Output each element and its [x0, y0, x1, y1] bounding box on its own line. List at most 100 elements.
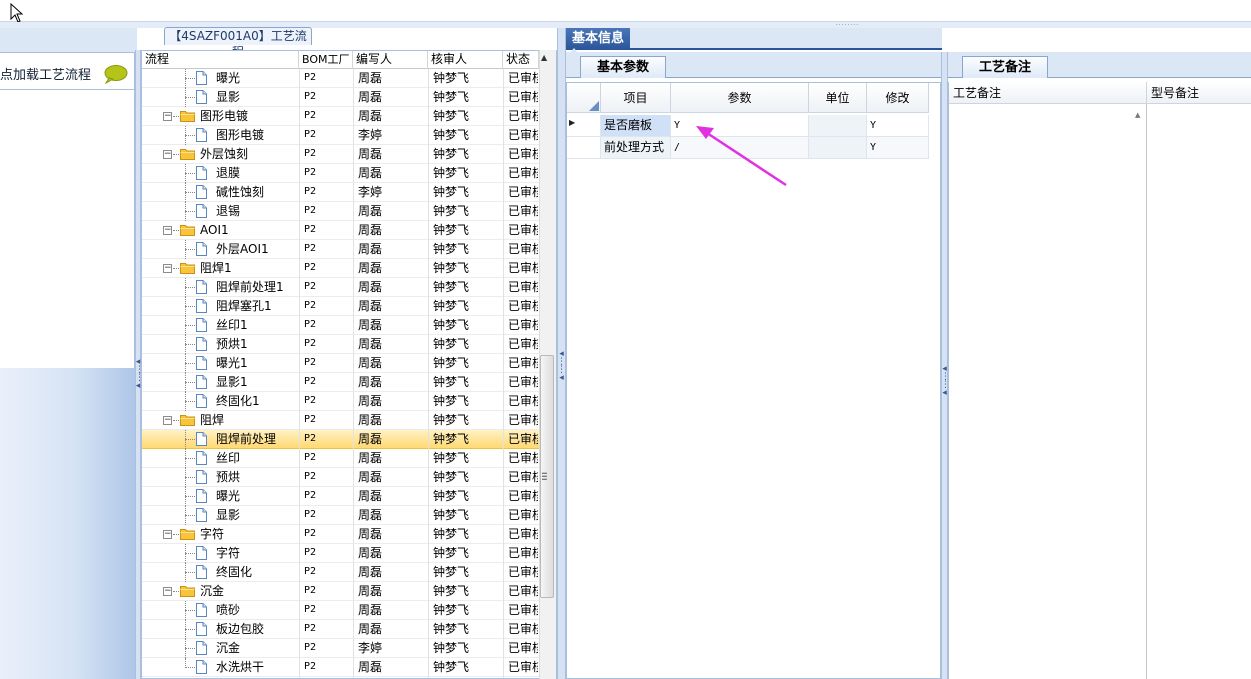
table-row[interactable]: 阻焊前处理 P2 周磊 钟梦飞 已审核 [142, 430, 539, 449]
table-row[interactable]: 预烘 P2 周磊 钟梦飞 已审核 [142, 468, 539, 487]
col-header-reviewer[interactable]: 核审人 [428, 51, 503, 69]
tree-node-label[interactable]: 退锡 [216, 202, 240, 221]
table-row[interactable]: 阻焊前处理1 P2 周磊 钟梦飞 已审核 [142, 278, 539, 297]
tree-node-label[interactable]: 丝印 [216, 449, 240, 468]
cell-bom-factory[interactable]: P2 [304, 468, 316, 487]
cell-writer[interactable]: 周磊 [358, 563, 382, 582]
tree-node-label[interactable]: 曝光 [216, 487, 240, 506]
cell-writer[interactable]: 周磊 [358, 354, 382, 373]
tab-basic-params[interactable]: 基本参数 [580, 56, 666, 78]
speech-bubble-icon[interactable] [102, 64, 128, 84]
scroll-up-arrow-icon[interactable]: ▲ [541, 53, 547, 62]
cell-writer[interactable]: 周磊 [358, 335, 382, 354]
table-row[interactable]: 碱性蚀刻 P2 李婷 钟梦飞 已审核 [142, 183, 539, 202]
cell-writer[interactable]: 周磊 [358, 221, 382, 240]
table-row[interactable]: 板边包胶 P2 周磊 钟梦飞 已审核 [142, 620, 539, 639]
tree-node-label[interactable]: 阻焊前处理1 [216, 278, 284, 297]
col-header-param[interactable]: 参数 [671, 83, 809, 113]
cell-reviewer[interactable]: 钟梦飞 [433, 658, 469, 677]
cell-bom-factory[interactable]: P2 [304, 506, 316, 525]
cell-status[interactable]: 已审核 [508, 525, 538, 544]
cell-writer[interactable]: 周磊 [358, 411, 382, 430]
col-header-item[interactable]: 项目 [601, 83, 671, 113]
cell-reviewer[interactable]: 钟梦飞 [433, 506, 469, 525]
cell-reviewer[interactable]: 钟梦飞 [433, 430, 469, 449]
cell-writer[interactable]: 周磊 [358, 392, 382, 411]
cell-status[interactable]: 已审核 [508, 411, 538, 430]
table-row[interactable]: 退膜 P2 周磊 钟梦飞 已审核 [142, 164, 539, 183]
tree-node-label[interactable]: 字符 [200, 525, 224, 544]
cell-writer[interactable]: 周磊 [358, 487, 382, 506]
cell-writer[interactable]: 周磊 [358, 88, 382, 107]
tree-node-label[interactable]: 图形电镀 [216, 126, 264, 145]
splitter-grip[interactable]: ........ [815, 21, 880, 28]
cell-status[interactable]: 已审核 [508, 487, 538, 506]
cell-reviewer[interactable]: 钟梦飞 [433, 259, 469, 278]
cell-status[interactable]: 已审核 [508, 449, 538, 468]
cell-status[interactable]: 已审核 [508, 658, 538, 677]
cell-bom-factory[interactable]: P2 [304, 221, 316, 240]
cell-reviewer[interactable]: 钟梦飞 [433, 145, 469, 164]
table-row[interactable]: 显影 P2 周磊 钟梦飞 已审核 [142, 506, 539, 525]
cell-modify[interactable]: Y [867, 137, 929, 159]
tab-basic-info[interactable]: 基本信息 [566, 28, 630, 50]
table-row[interactable]: − 外层蚀刻 P2 周磊 钟梦飞 已审核 [142, 145, 539, 164]
cell-status[interactable]: 已审核 [508, 145, 538, 164]
tree-node-label[interactable]: 外层蚀刻 [200, 145, 248, 164]
col-header-status[interactable]: 状态 [503, 51, 539, 69]
table-row[interactable]: − 图形电镀 P2 周磊 钟梦飞 已审核 [142, 107, 539, 126]
cell-unit[interactable] [809, 115, 867, 137]
cell-writer[interactable]: 周磊 [358, 297, 382, 316]
cell-bom-factory[interactable]: P2 [304, 202, 316, 221]
cell-bom-factory[interactable]: P2 [304, 544, 316, 563]
tree-node-label[interactable]: 水洗烘干 [216, 658, 264, 677]
cell-reviewer[interactable]: 钟梦飞 [433, 449, 469, 468]
cell-reviewer[interactable]: 钟梦飞 [433, 525, 469, 544]
cell-reviewer[interactable]: 钟梦飞 [433, 297, 469, 316]
collapse-icon[interactable]: − [163, 530, 172, 539]
table-row[interactable]: 水洗烘干 P2 周磊 钟梦飞 已审核 [142, 658, 539, 677]
right-splitter-arrow-icon[interactable]: ◂ ⋮ ⋮ ◂ [941, 365, 950, 398]
tree-node-label[interactable]: 显影1 [216, 373, 248, 392]
cell-bom-factory[interactable]: P2 [304, 107, 316, 126]
cell-status[interactable]: 已审核 [508, 164, 538, 183]
cell-status[interactable]: 已审核 [508, 335, 538, 354]
table-row[interactable]: 丝印 P2 周磊 钟梦飞 已审核 [142, 449, 539, 468]
row-selector[interactable] [567, 137, 601, 159]
cell-reviewer[interactable]: 钟梦飞 [433, 373, 469, 392]
tree-node-label[interactable]: 预烘1 [216, 335, 248, 354]
cell-bom-factory[interactable]: P2 [304, 259, 316, 278]
cell-bom-factory[interactable]: P2 [304, 620, 316, 639]
cell-bom-factory[interactable]: P2 [304, 297, 316, 316]
cell-bom-factory[interactable]: P2 [304, 392, 316, 411]
cell-reviewer[interactable]: 钟梦飞 [433, 240, 469, 259]
tree-node-label[interactable]: 退膜 [216, 164, 240, 183]
table-row[interactable]: 曝光1 P2 周磊 钟梦飞 已审核 [142, 354, 539, 373]
table-row[interactable]: − AOI1 P2 周磊 钟梦飞 已审核 [142, 221, 539, 240]
table-row[interactable]: 显影 P2 周磊 钟梦飞 已审核 [142, 88, 539, 107]
col-header-flow[interactable]: 流程 [142, 51, 299, 69]
table-row[interactable]: − 沉金 P2 周磊 钟梦飞 已审核 [142, 582, 539, 601]
cell-status[interactable]: 已审核 [508, 240, 538, 259]
cell-reviewer[interactable]: 钟梦飞 [433, 278, 469, 297]
tree-node-label[interactable]: 外层AOI1 [216, 240, 269, 259]
cell-writer[interactable]: 周磊 [358, 468, 382, 487]
table-row[interactable]: 终固化1 P2 周磊 钟梦飞 已审核 [142, 392, 539, 411]
cell-status[interactable]: 已审核 [508, 373, 538, 392]
cell-reviewer[interactable]: 钟梦飞 [433, 69, 469, 88]
col-header-unit[interactable]: 单位 [809, 83, 867, 113]
cell-bom-factory[interactable]: P2 [304, 240, 316, 259]
cell-bom-factory[interactable]: P2 [304, 69, 316, 88]
process-flow-tab[interactable]: 【4SAZF001A0】工艺流程 [164, 27, 312, 59]
tree-node-label[interactable]: 沉金 [216, 639, 240, 658]
cell-status[interactable]: 已审核 [508, 468, 538, 487]
cell-status[interactable]: 已审核 [508, 639, 538, 658]
table-row[interactable]: 丝印1 P2 周磊 钟梦飞 已审核 [142, 316, 539, 335]
cell-bom-factory[interactable]: P2 [304, 563, 316, 582]
cell-reviewer[interactable]: 钟梦飞 [433, 221, 469, 240]
tree-node-label[interactable]: 终固化 [216, 563, 252, 582]
cell-bom-factory[interactable]: P2 [304, 88, 316, 107]
table-row[interactable]: 阻焊塞孔1 P2 周磊 钟梦飞 已审核 [142, 297, 539, 316]
cell-item[interactable]: 前处理方式 [601, 137, 671, 159]
cell-status[interactable]: 已审核 [508, 316, 538, 335]
